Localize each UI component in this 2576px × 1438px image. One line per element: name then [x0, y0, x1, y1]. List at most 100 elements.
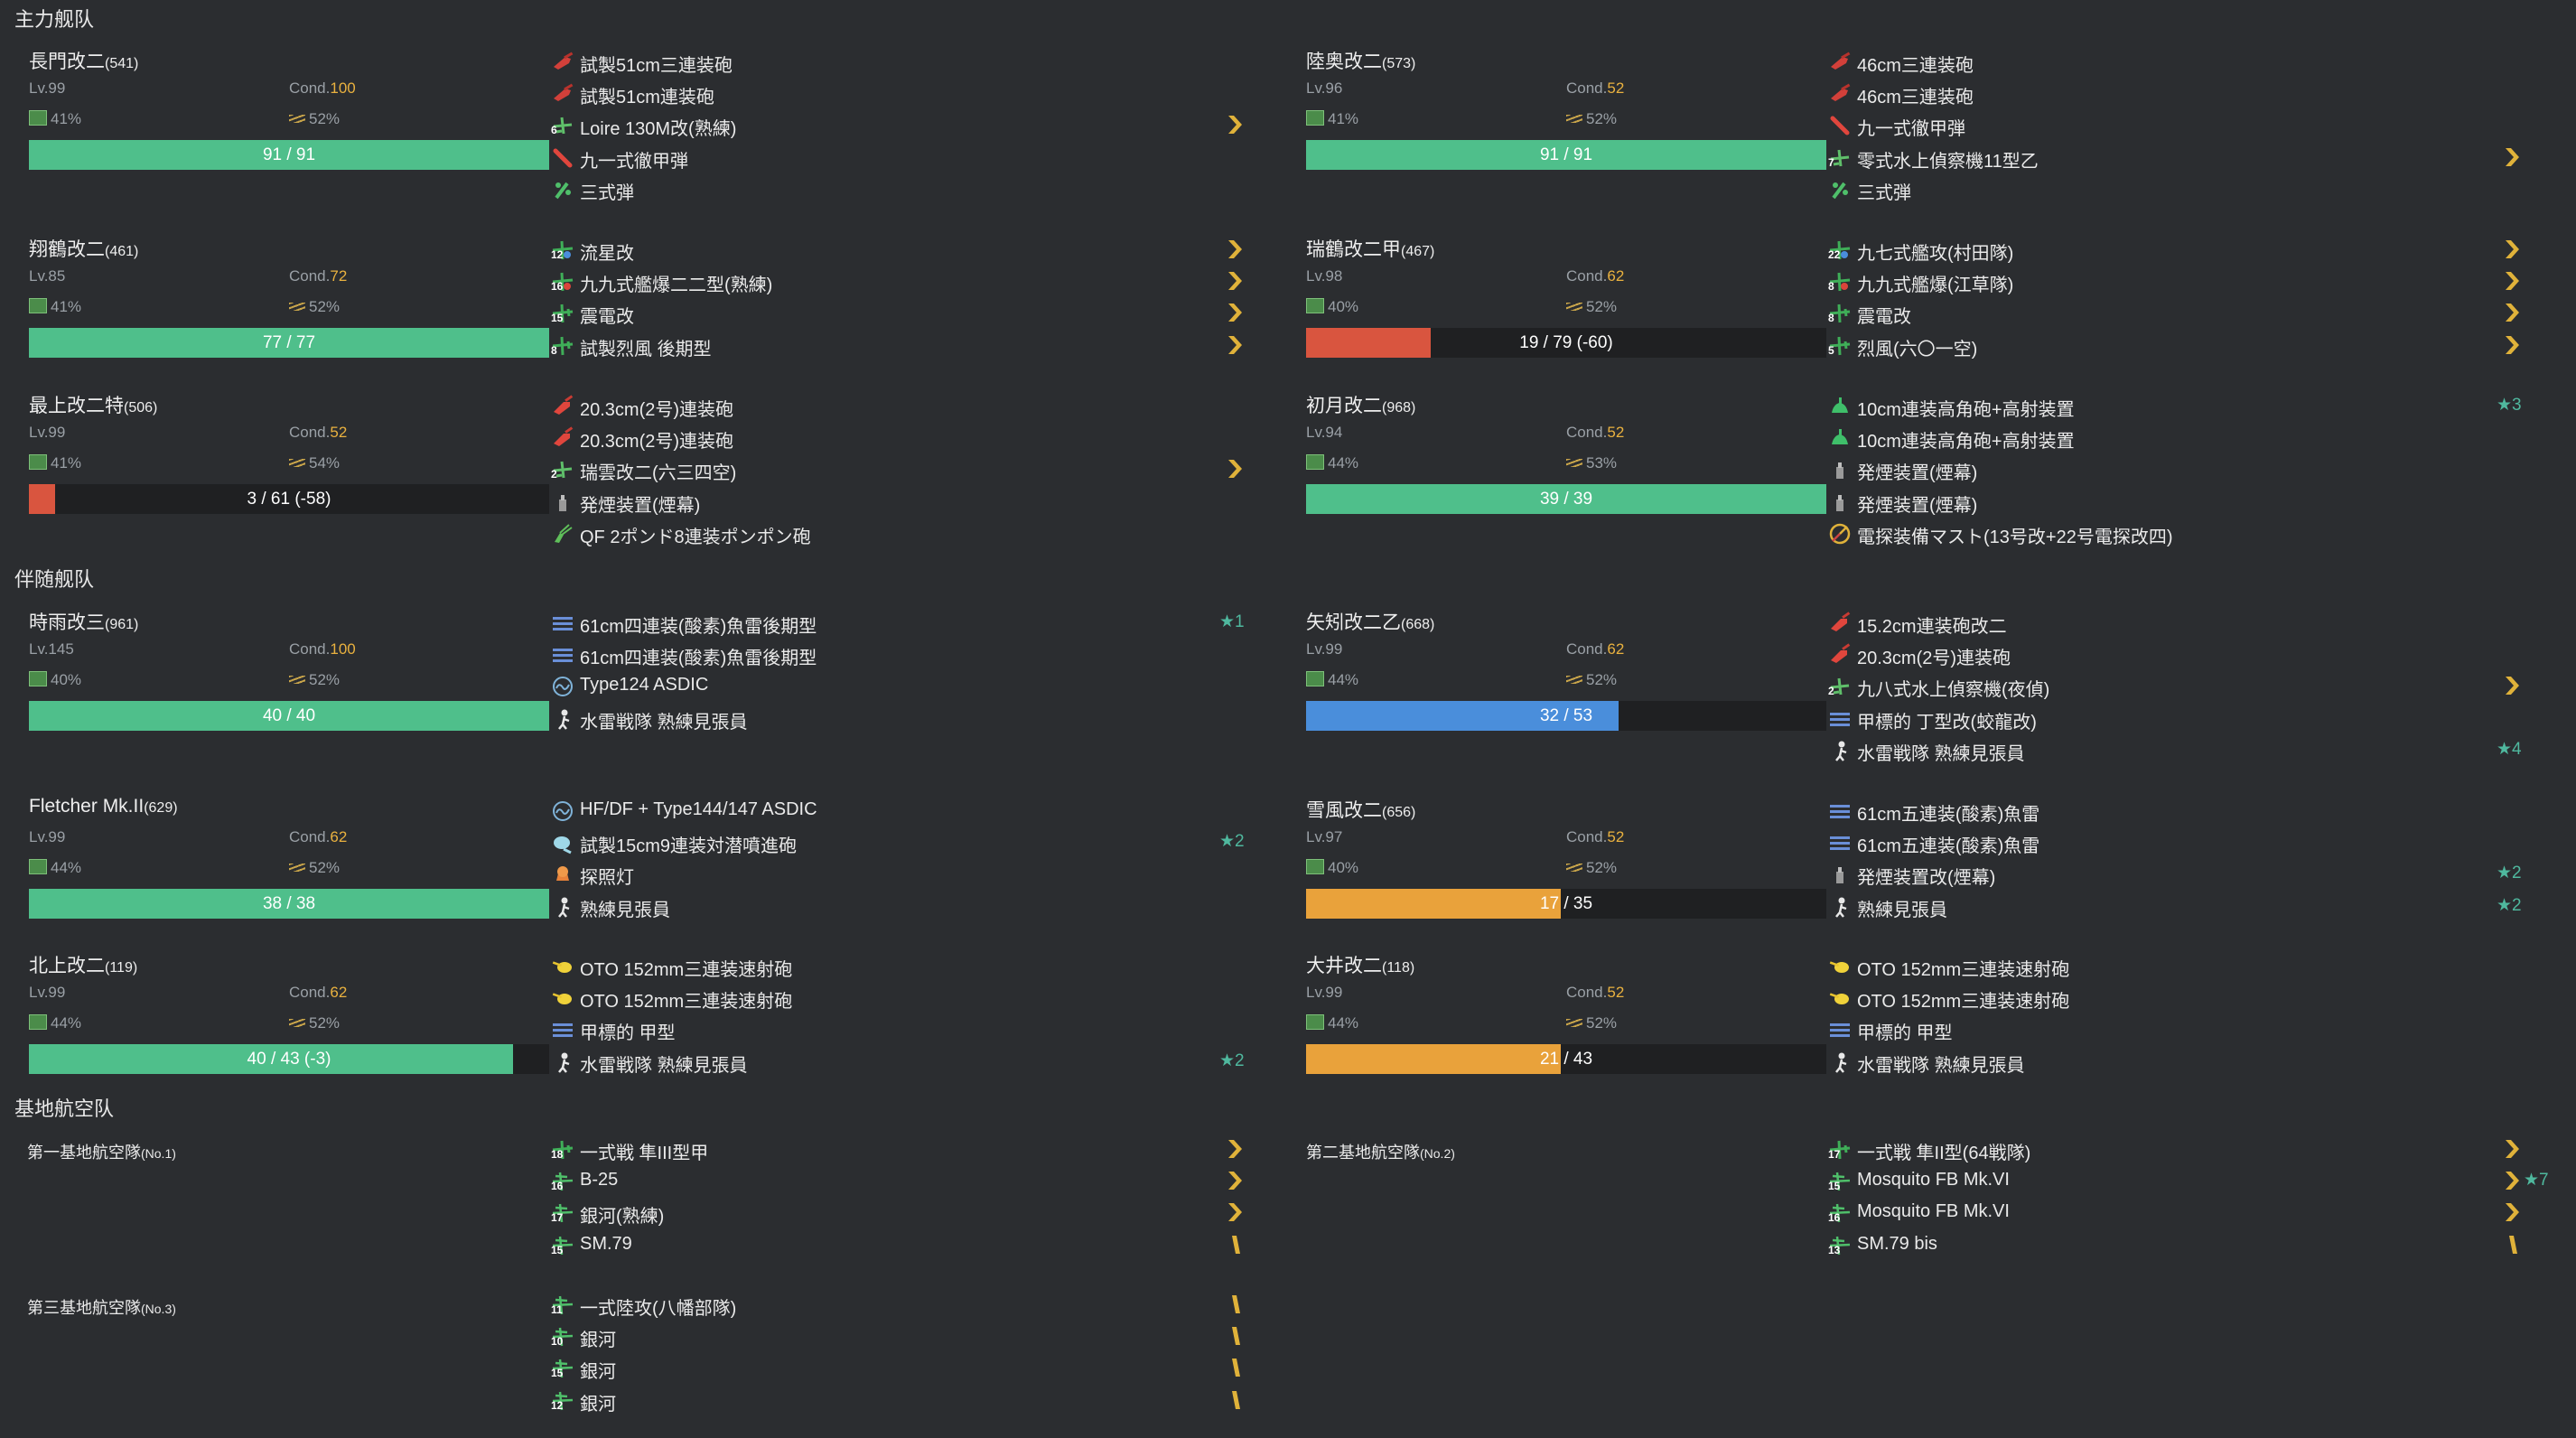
equipment-slot[interactable]: 発煙装置(煙幕) [551, 485, 1255, 517]
equipment-slot[interactable]: 7 零式水上偵察機11型乙 [1828, 141, 2533, 173]
equipment-name: OTO 152mm三連装速射砲 [580, 992, 793, 1013]
ship-card[interactable]: Fletcher Mk.II(629) Lv.99 Cond.62 44% 52% 38 … [16, 796, 558, 922]
ship-card[interactable]: 雪風改二(656) Lv.97 Cond.52 40% 52% 17 / 35 [1293, 796, 1835, 922]
equipment-slot[interactable]: 8 九九式艦爆(江草隊) [1828, 265, 2533, 296]
equipment-slot[interactable]: 発煙装置(煙幕) [1828, 485, 2533, 517]
ship-card[interactable]: 長門改二(541) Lv.99 Cond.100 41% 52% 91 / 91 [16, 47, 558, 173]
ship-card[interactable]: 北上改二(119) Lv.99 Cond.62 44% 52% 40 / 43 (-3) [16, 951, 558, 1078]
equipment-slot[interactable]: 九一式徹甲弾 [551, 141, 1255, 173]
proficiency-chevron-icon [1225, 270, 1246, 292]
equipment-slot[interactable]: OTO 152mm三連装速射砲 [1828, 981, 2533, 1013]
equipment-slot[interactable]: 12 銀河 [551, 1384, 1255, 1415]
equipment-slot[interactable]: Type124 ASDIC [551, 669, 1255, 701]
equipment-slot[interactable]: 15 銀河 [551, 1351, 1255, 1383]
equipment-slot[interactable]: OTO 152mm三連装速射砲 [1828, 949, 2533, 981]
equipment-slot[interactable]: 15 震電改 [551, 296, 1255, 328]
equipment-slot[interactable]: 10 銀河 [551, 1320, 1255, 1351]
equipment-slot[interactable]: 10cm連装高角砲+高射装置 ★3 [1828, 389, 2533, 421]
base-air-corps-name[interactable]: 第二基地航空隊(No.2) [1306, 1140, 1455, 1163]
condition-value: 52 [330, 424, 348, 441]
equipment-slot[interactable]: 20.3cm(2号)連装砲 [551, 421, 1255, 453]
equipment-slot[interactable]: 水雷戦隊 熟練見張員 ★2 [551, 1045, 1255, 1077]
equipment-name: 10cm連装高角砲+高射装置 [1857, 400, 2075, 420]
equipment-slot[interactable]: 水雷戦隊 熟練見張員 [1828, 1045, 2533, 1077]
equipment-slot[interactable]: 三式弾 [1828, 173, 2533, 204]
equipment-name: 試製51cm連装砲 [580, 88, 714, 108]
equipment-slot[interactable]: 20.3cm(2号)連装砲 [1828, 638, 2533, 669]
equipment-slot[interactable]: 17 銀河(熟練) [551, 1196, 1255, 1228]
equipment-slot[interactable]: 16 B-25 [551, 1164, 1255, 1196]
equipment-slot[interactable]: 61cm五連装(酸素)魚雷 [1828, 826, 2533, 857]
equipment-slot[interactable]: 61cm四連装(酸素)魚雷後期型 [551, 638, 1255, 669]
ship-card[interactable]: 翔鶴改二(461) Lv.85 Cond.72 41% 52% 77 / 77 [16, 235, 558, 361]
ship-card[interactable]: 時雨改三(961) Lv.145 Cond.100 40% 52% 40 / 40 [16, 608, 558, 734]
equipment-slot[interactable]: 8 試製烈風 後期型 [551, 329, 1255, 360]
equipment-slot[interactable]: 水雷戦隊 熟練見張員 ★4 [1828, 733, 2533, 765]
proficiency-chevron-icon [1225, 334, 1246, 356]
equipment-slot[interactable]: 20.3cm(2号)連装砲 [551, 389, 1255, 421]
equipment-slot[interactable]: 15 SM.79 [551, 1228, 1255, 1260]
equipment-name: 銀河 [580, 1331, 616, 1351]
fuel-status: 41% [29, 298, 81, 316]
equipment-slot[interactable]: 46cm三連装砲 [1828, 77, 2533, 108]
equipment-slot[interactable]: 12 流星改 [551, 233, 1255, 265]
equipment-slot[interactable]: 探照灯 [551, 857, 1255, 889]
equipment-slot[interactable]: 13 SM.79 bis [1828, 1228, 2533, 1260]
equipment-name: 水雷戦隊 熟練見張員 [1857, 743, 2025, 764]
medium-gun-icon [1828, 612, 1852, 635]
equipment-slot[interactable]: 61cm五連装(酸素)魚雷 [1828, 794, 2533, 826]
equipment-slot[interactable]: 試製51cm三連装砲 [551, 45, 1255, 77]
equipment-slot[interactable]: 熟練見張員 ★2 [1828, 890, 2533, 921]
equipment-slot[interactable]: 発煙装置改(煙幕) ★2 [1828, 857, 2533, 889]
ship-card[interactable]: 瑞鶴改二甲(467) Lv.98 Cond.62 40% 52% 19 / 79 (-60… [1293, 235, 1835, 361]
equipment-slot[interactable]: 5 烈風(六〇一空) [1828, 329, 2533, 360]
equipment-slot[interactable]: 22 九七式艦攻(村田隊) [1828, 233, 2533, 265]
equipment-slot[interactable]: 甲標的 丁型改(蛟龍改) [1828, 702, 2533, 733]
equipment-slot[interactable]: 九一式徹甲弾 [1828, 108, 2533, 140]
base-air-corps-name[interactable]: 第一基地航空隊(No.1) [27, 1140, 176, 1163]
equipment-slot[interactable]: 水雷戦隊 熟練見張員 [551, 702, 1255, 733]
equipment-slot[interactable]: QF 2ポンド8連装ポンポン砲 [551, 517, 1255, 548]
ship-card[interactable]: 陸奥改二(573) Lv.96 Cond.52 41% 52% 91 / 91 [1293, 47, 1835, 173]
ship-card[interactable]: 大井改二(118) Lv.99 Cond.52 44% 52% 21 / 43 [1293, 951, 1835, 1078]
equipment-slot[interactable]: 11 一式陸攻(八幡部隊) [551, 1288, 1255, 1320]
equipment-slot[interactable]: 10cm連装高角砲+高射装置 [1828, 421, 2533, 453]
equipment-slot[interactable]: 8 震電改 [1828, 296, 2533, 328]
torpedo-icon [1828, 707, 1852, 731]
equipment-slot[interactable]: 三式弾 [551, 173, 1255, 204]
equipment-slot[interactable]: 46cm三連装砲 [1828, 45, 2533, 77]
ship-condition: Cond.52 [1566, 828, 1624, 846]
equipment-slot[interactable]: 発煙装置(煙幕) [1828, 453, 2533, 484]
equipment-slot[interactable]: 6 Loire 130M改(熟練) [551, 108, 1255, 140]
equipment-slot[interactable]: 試製51cm連装砲 [551, 77, 1255, 108]
proficiency-count: 22 [1828, 248, 1841, 261]
equipment-slot[interactable]: 16 Mosquito FB Mk.VI [1828, 1196, 2533, 1228]
equipment-name: 発煙装置(煙幕) [1857, 463, 1978, 484]
ship-card[interactable]: 矢矧改二乙(668) Lv.99 Cond.62 44% 52% 32 / 53 [1293, 608, 1835, 734]
equipment-slot[interactable]: 2 瑞雲改二(六三四空) [551, 453, 1255, 484]
equipment-slot[interactable]: OTO 152mm三連装速射砲 [551, 981, 1255, 1013]
base-air-corps-name[interactable]: 第三基地航空隊(No.3) [27, 1295, 176, 1319]
fuel-icon [29, 1014, 47, 1030]
equipment-slot[interactable]: HF/DF + Type144/147 ASDIC [551, 794, 1255, 826]
secondary-gun-icon [551, 986, 574, 1010]
condition-label: Cond. [289, 424, 331, 441]
ship-card[interactable]: 初月改二(968) Lv.94 Cond.52 44% 53% 39 / 39 [1293, 391, 1835, 518]
equipment-slot[interactable]: OTO 152mm三連装速射砲 [551, 949, 1255, 981]
equipment-slot[interactable]: 試製15cm9連装対潜噴進砲 ★2 [551, 826, 1255, 857]
equipment-slot[interactable]: 16 九九式艦爆二二型(熟練) [551, 265, 1255, 296]
equipment-slot[interactable]: 甲標的 甲型 [1828, 1013, 2533, 1044]
equipment-slot[interactable]: 2 九八式水上偵察機(夜偵) [1828, 669, 2533, 701]
equipment-slot[interactable]: 18 一式戦 隼III型甲 [551, 1133, 1255, 1164]
equipment-slot[interactable]: 15 Mosquito FB Mk.VI ★7 [1828, 1164, 2549, 1196]
equipment-slot[interactable]: 61cm四連装(酸素)魚雷後期型 ★1 [551, 606, 1255, 638]
equipment-name: 九七式艦攻(村田隊) [1857, 244, 2014, 264]
equipment-slot[interactable]: 熟練見張員 [551, 890, 1255, 921]
equipment-name: 零式水上偵察機11型乙 [1857, 151, 2039, 172]
ship-card[interactable]: 最上改二特(506) Lv.99 Cond.52 41% 54% 3 / 61 (-58) [16, 391, 558, 518]
equipment-slot[interactable]: 電探装備マスト(13号改+22号電探改四) [1828, 517, 2533, 548]
equipment-slot[interactable]: 甲標的 甲型 [551, 1013, 1255, 1044]
equipment-slot[interactable]: 17 一式戦 隼II型(64戦隊) [1828, 1133, 2533, 1164]
ship-condition: Cond.100 [289, 79, 356, 98]
equipment-slot[interactable]: 15.2cm連装砲改二 [1828, 606, 2533, 638]
